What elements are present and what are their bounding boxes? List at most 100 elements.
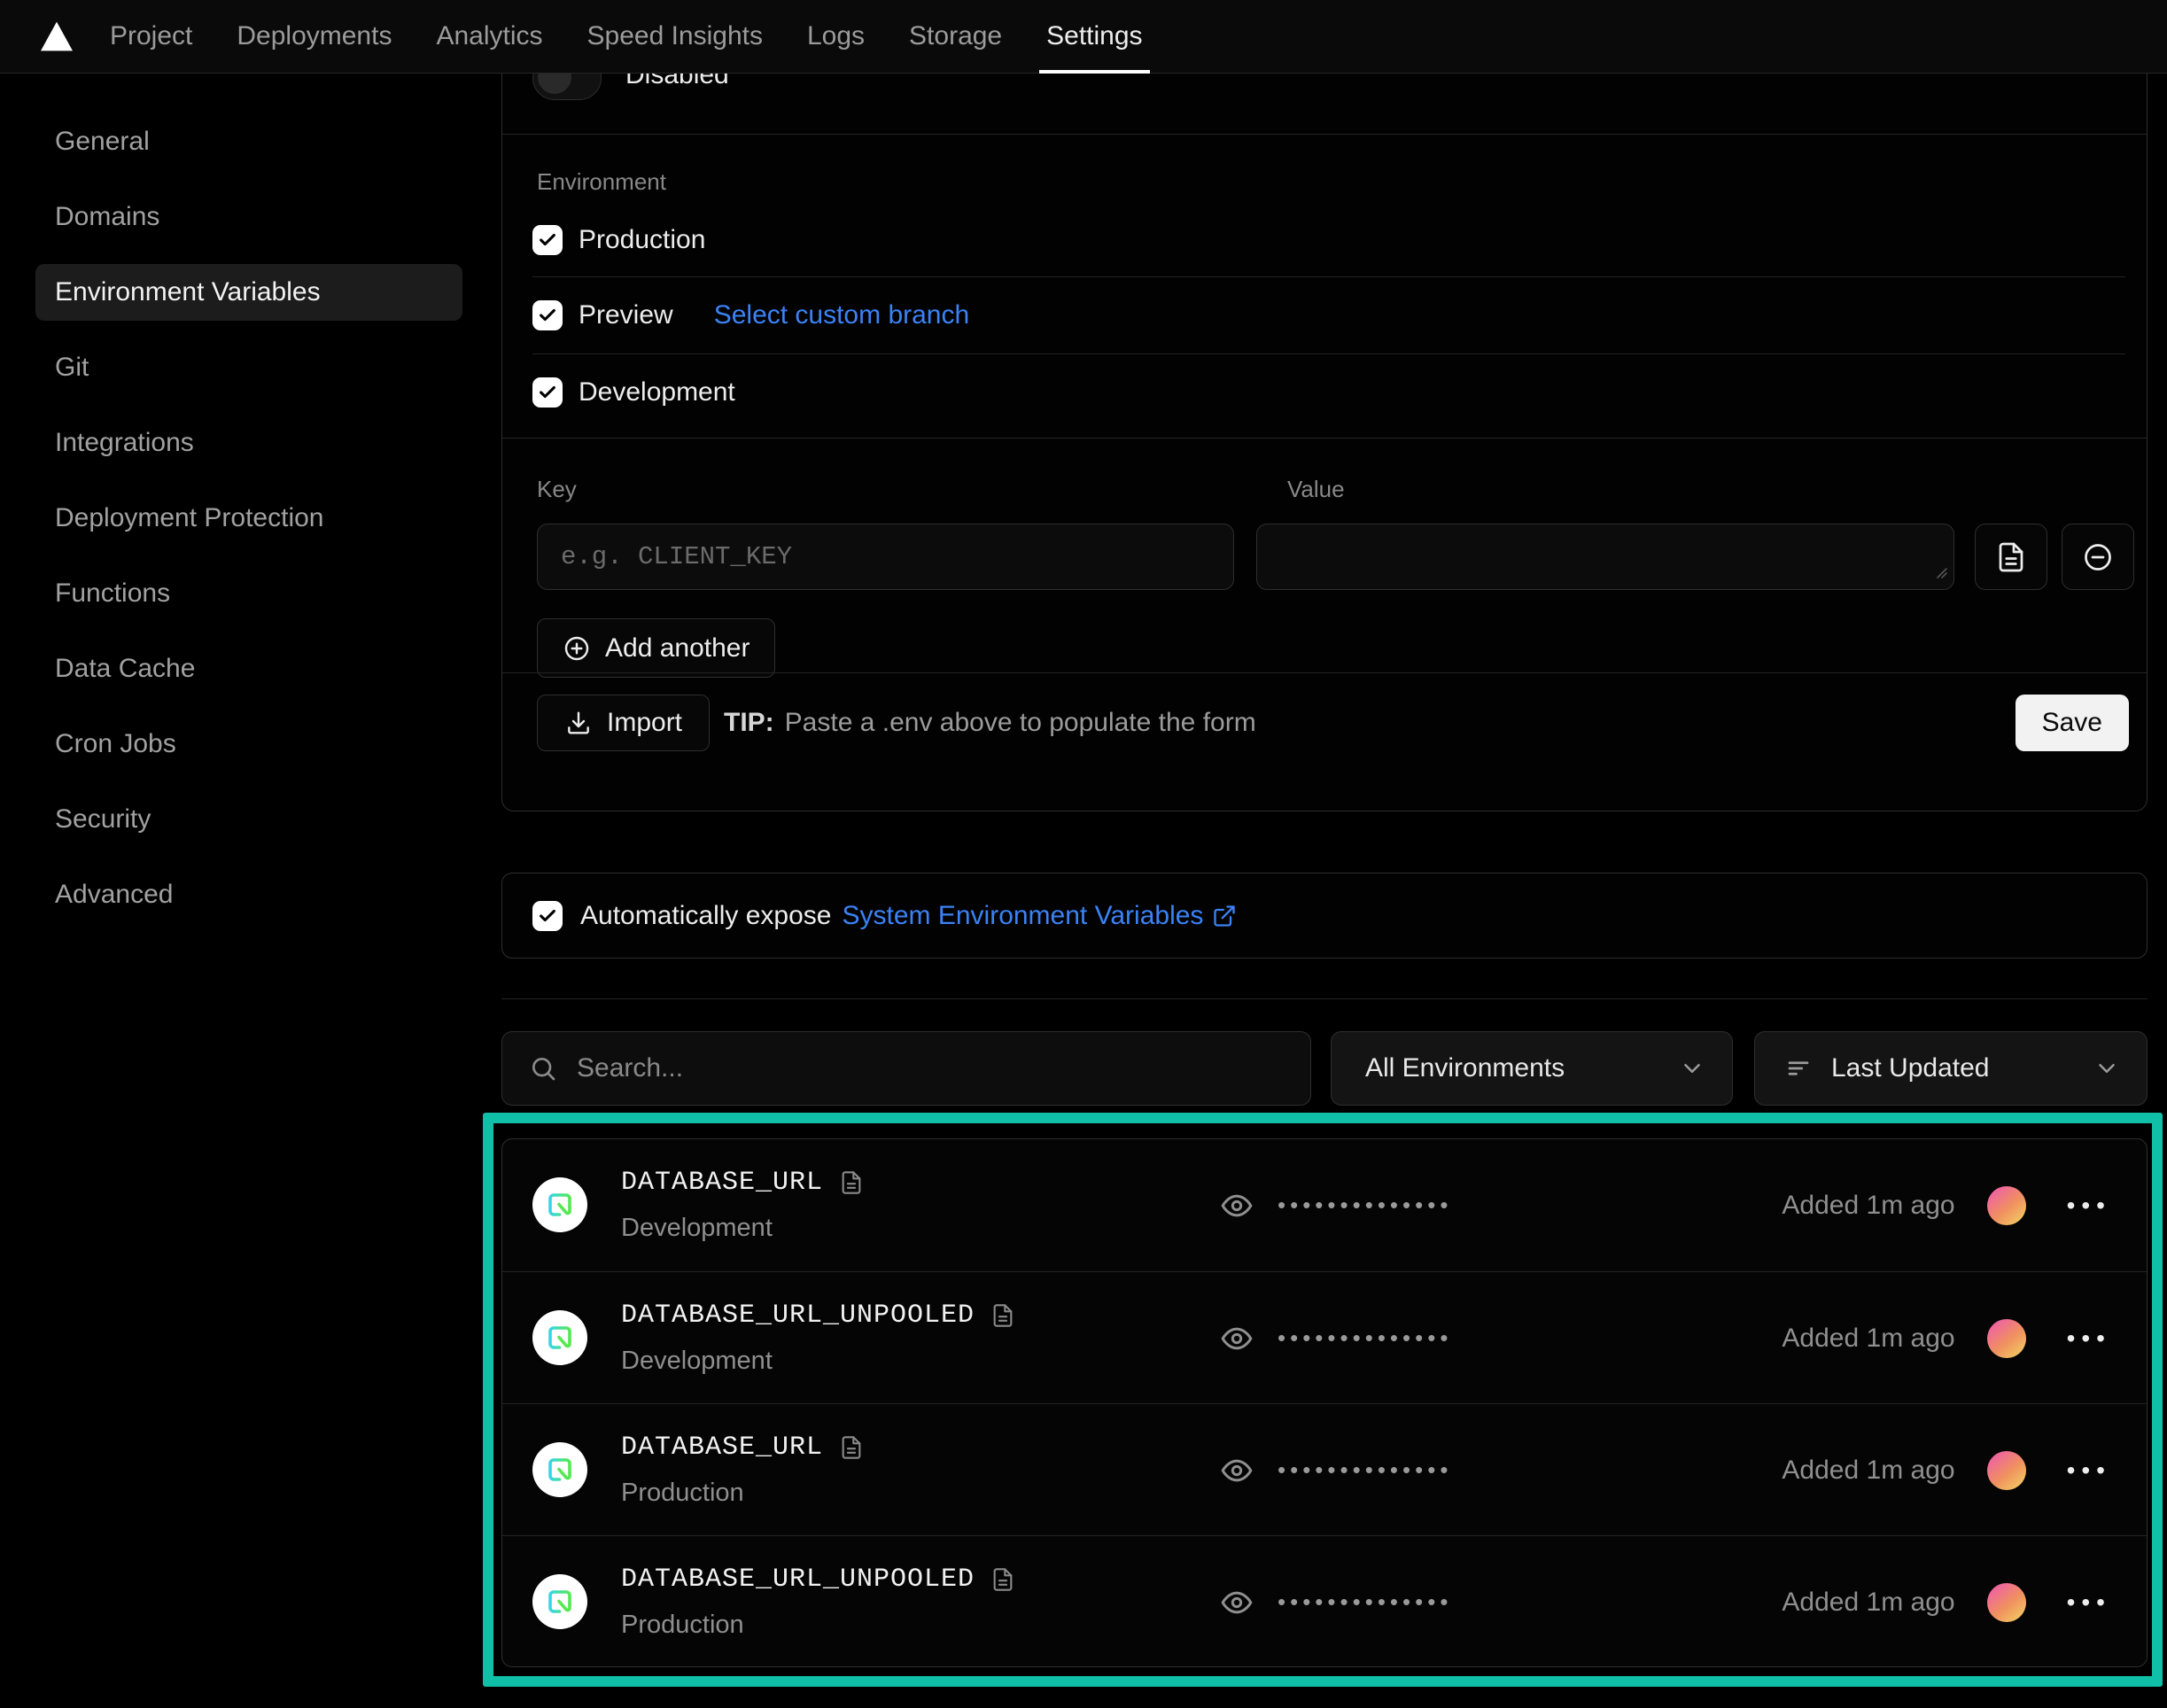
import-button[interactable]: Import — [537, 695, 710, 751]
search-input[interactable] — [577, 1053, 1310, 1083]
system-env-variables-link-label: System Environment Variables — [842, 901, 1203, 931]
development-checkbox[interactable] — [532, 377, 563, 408]
environments-filter-dropdown[interactable]: All Environments — [1331, 1031, 1733, 1106]
env-variables-list: DATABASE_URL Development •••••••••••••• … — [501, 1138, 2148, 1667]
sidebar-item-domains[interactable]: Domains — [35, 189, 462, 245]
search-container — [501, 1031, 1311, 1106]
sidebar-item-git[interactable]: Git — [35, 339, 462, 396]
sort-dropdown[interactable]: Last Updated — [1754, 1031, 2148, 1106]
nav-tab-project[interactable]: Project — [110, 0, 192, 74]
neon-integration-icon — [532, 1310, 587, 1365]
settings-sidebar: General Domains Environment Variables Gi… — [35, 74, 462, 942]
note-icon — [990, 1567, 1015, 1592]
remove-row-button[interactable] — [2062, 524, 2134, 590]
row-actions-menu[interactable]: ••• — [2067, 1192, 2111, 1220]
row-actions-menu[interactable]: ••• — [2067, 1324, 2111, 1353]
neon-integration-icon — [532, 1177, 587, 1232]
sidebar-item-integrations[interactable]: Integrations — [35, 415, 462, 471]
user-avatar — [1987, 1583, 2026, 1622]
divider — [532, 276, 2125, 277]
value-input[interactable] — [1256, 524, 1954, 590]
divider — [501, 998, 2148, 999]
sidebar-item-functions[interactable]: Functions — [35, 565, 462, 622]
preview-checkbox[interactable] — [532, 300, 563, 330]
tip-text: TIP: Paste a .env above to populate the … — [724, 695, 1256, 751]
env-var-environment: Production — [621, 1611, 744, 1640]
nav-tab-analytics[interactable]: Analytics — [436, 0, 542, 74]
env-var-name: DATABASE_URL — [621, 1432, 823, 1463]
add-another-button[interactable]: Add another — [537, 618, 775, 678]
env-var-name: DATABASE_URL_UNPOOLED — [621, 1300, 975, 1331]
added-timestamp: Added 1m ago — [1782, 1324, 1954, 1354]
masked-value: •••••••••••••• — [1278, 1324, 1452, 1352]
sort-value: Last Updated — [1831, 1053, 2074, 1083]
note-icon — [990, 1303, 1015, 1328]
search-icon — [529, 1054, 557, 1083]
divider — [532, 353, 2125, 354]
user-avatar — [1987, 1451, 2026, 1490]
expose-checkbox[interactable] — [532, 901, 563, 931]
sidebar-item-cron-jobs[interactable]: Cron Jobs — [35, 716, 462, 772]
tip-label: TIP: — [724, 708, 774, 738]
env-var-row: DATABASE_URL_UNPOOLED Development ••••••… — [502, 1271, 2147, 1403]
note-icon — [839, 1170, 864, 1195]
user-avatar — [1987, 1186, 2026, 1225]
user-avatar — [1987, 1319, 2026, 1358]
download-icon — [564, 709, 593, 737]
sidebar-item-security[interactable]: Security — [35, 791, 462, 848]
sidebar-item-advanced[interactable]: Advanced — [35, 866, 462, 923]
nav-tab-speed-insights[interactable]: Speed Insights — [587, 0, 763, 74]
add-another-label: Add another — [605, 633, 750, 664]
vercel-logo-icon[interactable] — [39, 20, 74, 52]
environment-option-preview: Preview Select custom branch — [532, 300, 969, 330]
nav-tab-storage[interactable]: Storage — [909, 0, 1002, 74]
nav-tab-settings[interactable]: Settings — [1046, 0, 1142, 74]
select-custom-branch-link[interactable]: Select custom branch — [714, 300, 969, 330]
neon-integration-icon — [532, 1574, 587, 1629]
added-timestamp: Added 1m ago — [1782, 1456, 1954, 1486]
resize-handle-icon[interactable] — [1934, 565, 1948, 584]
reveal-value-eye-icon[interactable] — [1219, 1585, 1254, 1620]
reveal-value-eye-icon[interactable] — [1219, 1188, 1254, 1223]
env-var-row: DATABASE_URL Development •••••••••••••• … — [502, 1139, 2147, 1271]
sidebar-item-deployment-protection[interactable]: Deployment Protection — [35, 490, 462, 547]
save-button[interactable]: Save — [2016, 695, 2129, 751]
divider — [502, 438, 2147, 439]
divider — [502, 134, 2147, 135]
env-var-environment: Production — [621, 1479, 744, 1508]
reveal-value-eye-icon[interactable] — [1219, 1453, 1254, 1488]
env-var-name: DATABASE_URL — [621, 1168, 823, 1198]
expose-system-env-card: Automatically expose System Environment … — [501, 873, 2148, 959]
key-label: Key — [537, 476, 577, 503]
preview-label: Preview — [579, 300, 673, 330]
masked-value: •••••••••••••• — [1278, 1192, 1452, 1219]
env-var-form-card: Disabled Environment Production Preview … — [501, 0, 2148, 811]
sidebar-item-environment-variables[interactable]: Environment Variables — [35, 264, 462, 321]
nav-tab-deployments[interactable]: Deployments — [237, 0, 392, 74]
masked-value: •••••••••••••• — [1278, 1588, 1452, 1616]
environment-variables-settings-page: Project Deployments Analytics Speed Insi… — [0, 0, 2167, 1708]
sidebar-item-general[interactable]: General — [35, 113, 462, 170]
neon-integration-icon — [532, 1442, 587, 1497]
expose-text: Automatically expose — [580, 901, 831, 931]
env-var-environment: Development — [621, 1214, 773, 1243]
chevron-down-icon — [1679, 1055, 1705, 1082]
chevron-down-icon — [2093, 1055, 2120, 1082]
env-var-row: DATABASE_URL Production •••••••••••••• A… — [502, 1403, 2147, 1535]
added-timestamp: Added 1m ago — [1782, 1191, 1954, 1221]
production-checkbox[interactable] — [532, 225, 563, 255]
sidebar-item-data-cache[interactable]: Data Cache — [35, 640, 462, 697]
nav-tab-logs[interactable]: Logs — [807, 0, 865, 74]
added-timestamp: Added 1m ago — [1782, 1588, 1954, 1618]
plus-circle-icon — [563, 634, 591, 663]
development-label: Development — [579, 377, 735, 408]
key-input[interactable] — [537, 524, 1234, 590]
paste-env-file-button[interactable] — [1975, 524, 2047, 590]
row-actions-menu[interactable]: ••• — [2067, 1588, 2111, 1617]
environment-option-development: Development — [532, 377, 735, 408]
reveal-value-eye-icon[interactable] — [1219, 1321, 1254, 1356]
row-actions-menu[interactable]: ••• — [2067, 1456, 2111, 1485]
import-label: Import — [607, 708, 682, 738]
system-env-variables-link[interactable]: System Environment Variables — [842, 901, 1237, 931]
value-label: Value — [1287, 476, 1345, 503]
